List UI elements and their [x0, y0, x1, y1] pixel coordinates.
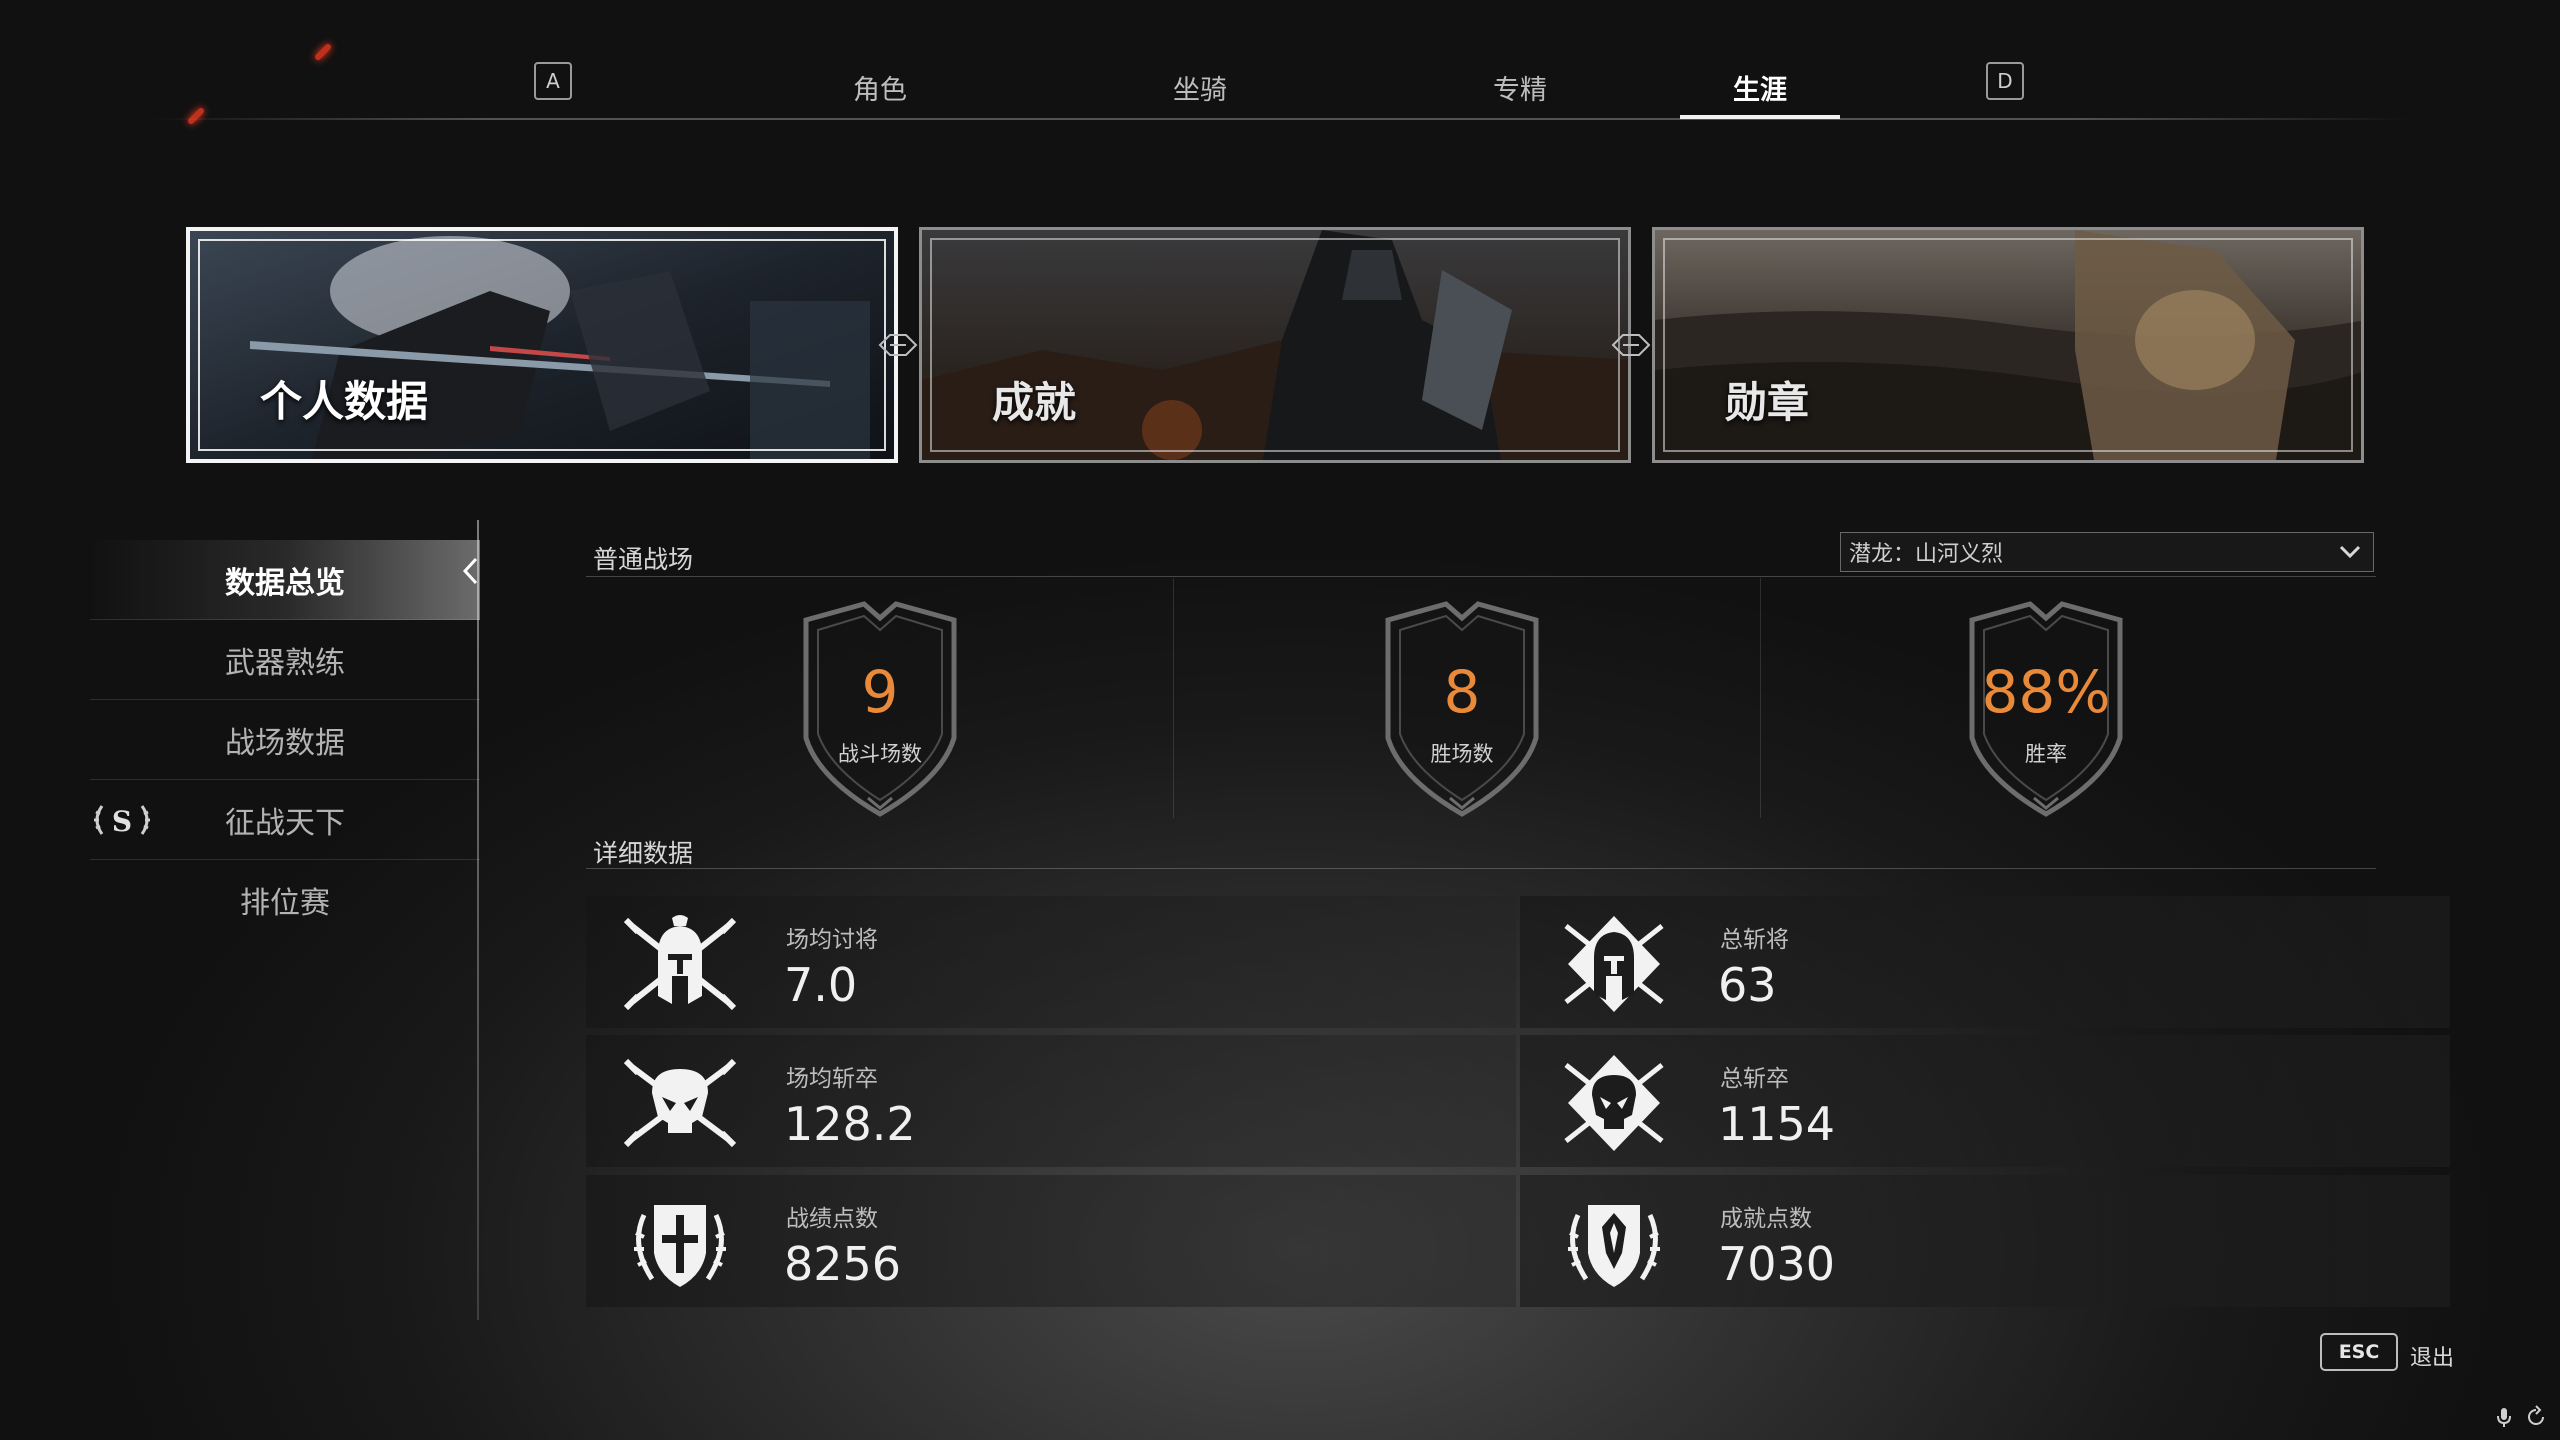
sidebar-item-label: 数据总览 [225, 565, 345, 601]
microphone-icon[interactable] [2492, 1405, 2516, 1429]
banner-medals[interactable]: 勋章 [1652, 227, 2364, 463]
detail-label: 总斩将 [1720, 927, 1789, 953]
detail-card-total-generals: 总斩将 63 [1520, 896, 2450, 1028]
sidebar-item-weapon-mastery[interactable]: 武器熟练 [90, 620, 480, 700]
detail-card-avg-generals: 场均讨将 7.0 [586, 896, 1516, 1028]
stat-shield-battles: 9 战斗场数 [792, 598, 968, 820]
section-title-normal-battlefield: 普通战场 [593, 545, 694, 574]
sidebar-item-label: 武器熟练 [225, 645, 345, 681]
banner-label: 勋章 [1725, 378, 1810, 427]
banner-link-ornament [1611, 334, 1651, 356]
detail-value: 63 [1718, 958, 1777, 1012]
sidebar-item-conquest[interactable]: S 征战天下 [90, 780, 480, 860]
sidebar-item-ranked[interactable]: 排位赛 [90, 860, 480, 940]
detail-label: 总斩卒 [1720, 1066, 1789, 1092]
detail-value: 8256 [784, 1237, 902, 1291]
detail-label: 场均斩卒 [786, 1066, 878, 1092]
skull-crossed-swords-icon [623, 1058, 737, 1148]
season-badge-letter: S [112, 805, 132, 838]
stat-column-divider [1173, 578, 1174, 818]
sidebar-item-overview[interactable]: 数据总览 [90, 540, 480, 620]
detail-card-avg-soldiers: 场均斩卒 128.2 [586, 1035, 1516, 1167]
detail-label: 成就点数 [1720, 1206, 1812, 1232]
prev-tab-key-hint[interactable]: A [534, 62, 572, 100]
sidebar-item-battlefield-data[interactable]: 战场数据 [90, 700, 480, 780]
exit-label[interactable]: 退出 [2410, 1340, 2454, 1372]
refresh-icon[interactable] [2524, 1405, 2548, 1429]
stat-column-divider [1760, 578, 1761, 818]
stat-value: 8 [1443, 658, 1481, 726]
season-s-laurel-icon: S [94, 805, 150, 838]
stat-caption: 胜场数 [1430, 742, 1494, 766]
tab-career[interactable]: 生涯 [1680, 68, 1840, 119]
section-divider [586, 868, 2376, 869]
lion-shield-laurel-icon [1568, 1205, 1660, 1287]
section-title-detailed-data: 详细数据 [593, 839, 694, 868]
stat-value: 88% [1981, 658, 2111, 726]
tab-character[interactable]: 角色 [800, 68, 960, 107]
helmet-diamond-icon [1564, 916, 1664, 1012]
season-select-value: 潜龙：山河义烈 [1849, 542, 2004, 567]
detail-value: 128.2 [784, 1097, 916, 1151]
detail-value: 7.0 [784, 958, 858, 1012]
stat-value: 9 [861, 658, 899, 726]
tab-mount[interactable]: 坐骑 [1120, 68, 1280, 107]
sidebar-item-label: 战场数据 [225, 725, 345, 761]
next-tab-key-hint[interactable]: D [1986, 62, 2024, 100]
detail-value: 1154 [1718, 1097, 1836, 1151]
detail-card-battle-points: 战绩点数 8256 [586, 1175, 1516, 1307]
cross-shield-laurel-icon [634, 1205, 726, 1287]
detail-card-achievement-points: 成就点数 7030 [1520, 1175, 2450, 1307]
tab-specialization[interactable]: 专精 [1440, 68, 1600, 107]
season-select[interactable]: 潜龙：山河义烈 [1840, 532, 2374, 572]
section-divider [586, 576, 2376, 577]
detail-label: 战绩点数 [786, 1206, 878, 1232]
skull-diamond-icon [1564, 1055, 1664, 1151]
stat-caption: 胜率 [2025, 742, 2067, 766]
banner-link-ornament [878, 334, 918, 356]
top-tab-bar: A 角色 坐骑 专精 生涯 D [150, 50, 2410, 120]
banner-label: 个人数据 [260, 377, 429, 426]
detail-card-total-soldiers: 总斩卒 1154 [1520, 1035, 2450, 1167]
stat-shield-win-rate: 88% 胜率 [1958, 598, 2134, 820]
sidebar-item-label: 排位赛 [240, 886, 330, 921]
detail-label: 场均讨将 [786, 927, 878, 953]
sidebar-item-label: 征战天下 [225, 805, 345, 841]
detail-value: 7030 [1718, 1237, 1836, 1291]
stat-shield-wins: 8 胜场数 [1374, 598, 1550, 820]
banner-personal-data[interactable]: 个人数据 [186, 227, 898, 463]
esc-key-hint[interactable]: ESC [2320, 1333, 2398, 1371]
stat-caption: 战斗场数 [838, 742, 922, 766]
helmet-crossed-swords-icon [623, 915, 737, 1011]
banner-achievements[interactable]: 成就 [919, 227, 1631, 463]
chevron-down-icon [2339, 545, 2361, 559]
banner-label: 成就 [992, 378, 1077, 427]
sidebar-menu: 数据总览 武器熟练 战场数据 S 征战天下 排位赛 [90, 540, 480, 940]
tab-bar-divider [150, 118, 2410, 120]
